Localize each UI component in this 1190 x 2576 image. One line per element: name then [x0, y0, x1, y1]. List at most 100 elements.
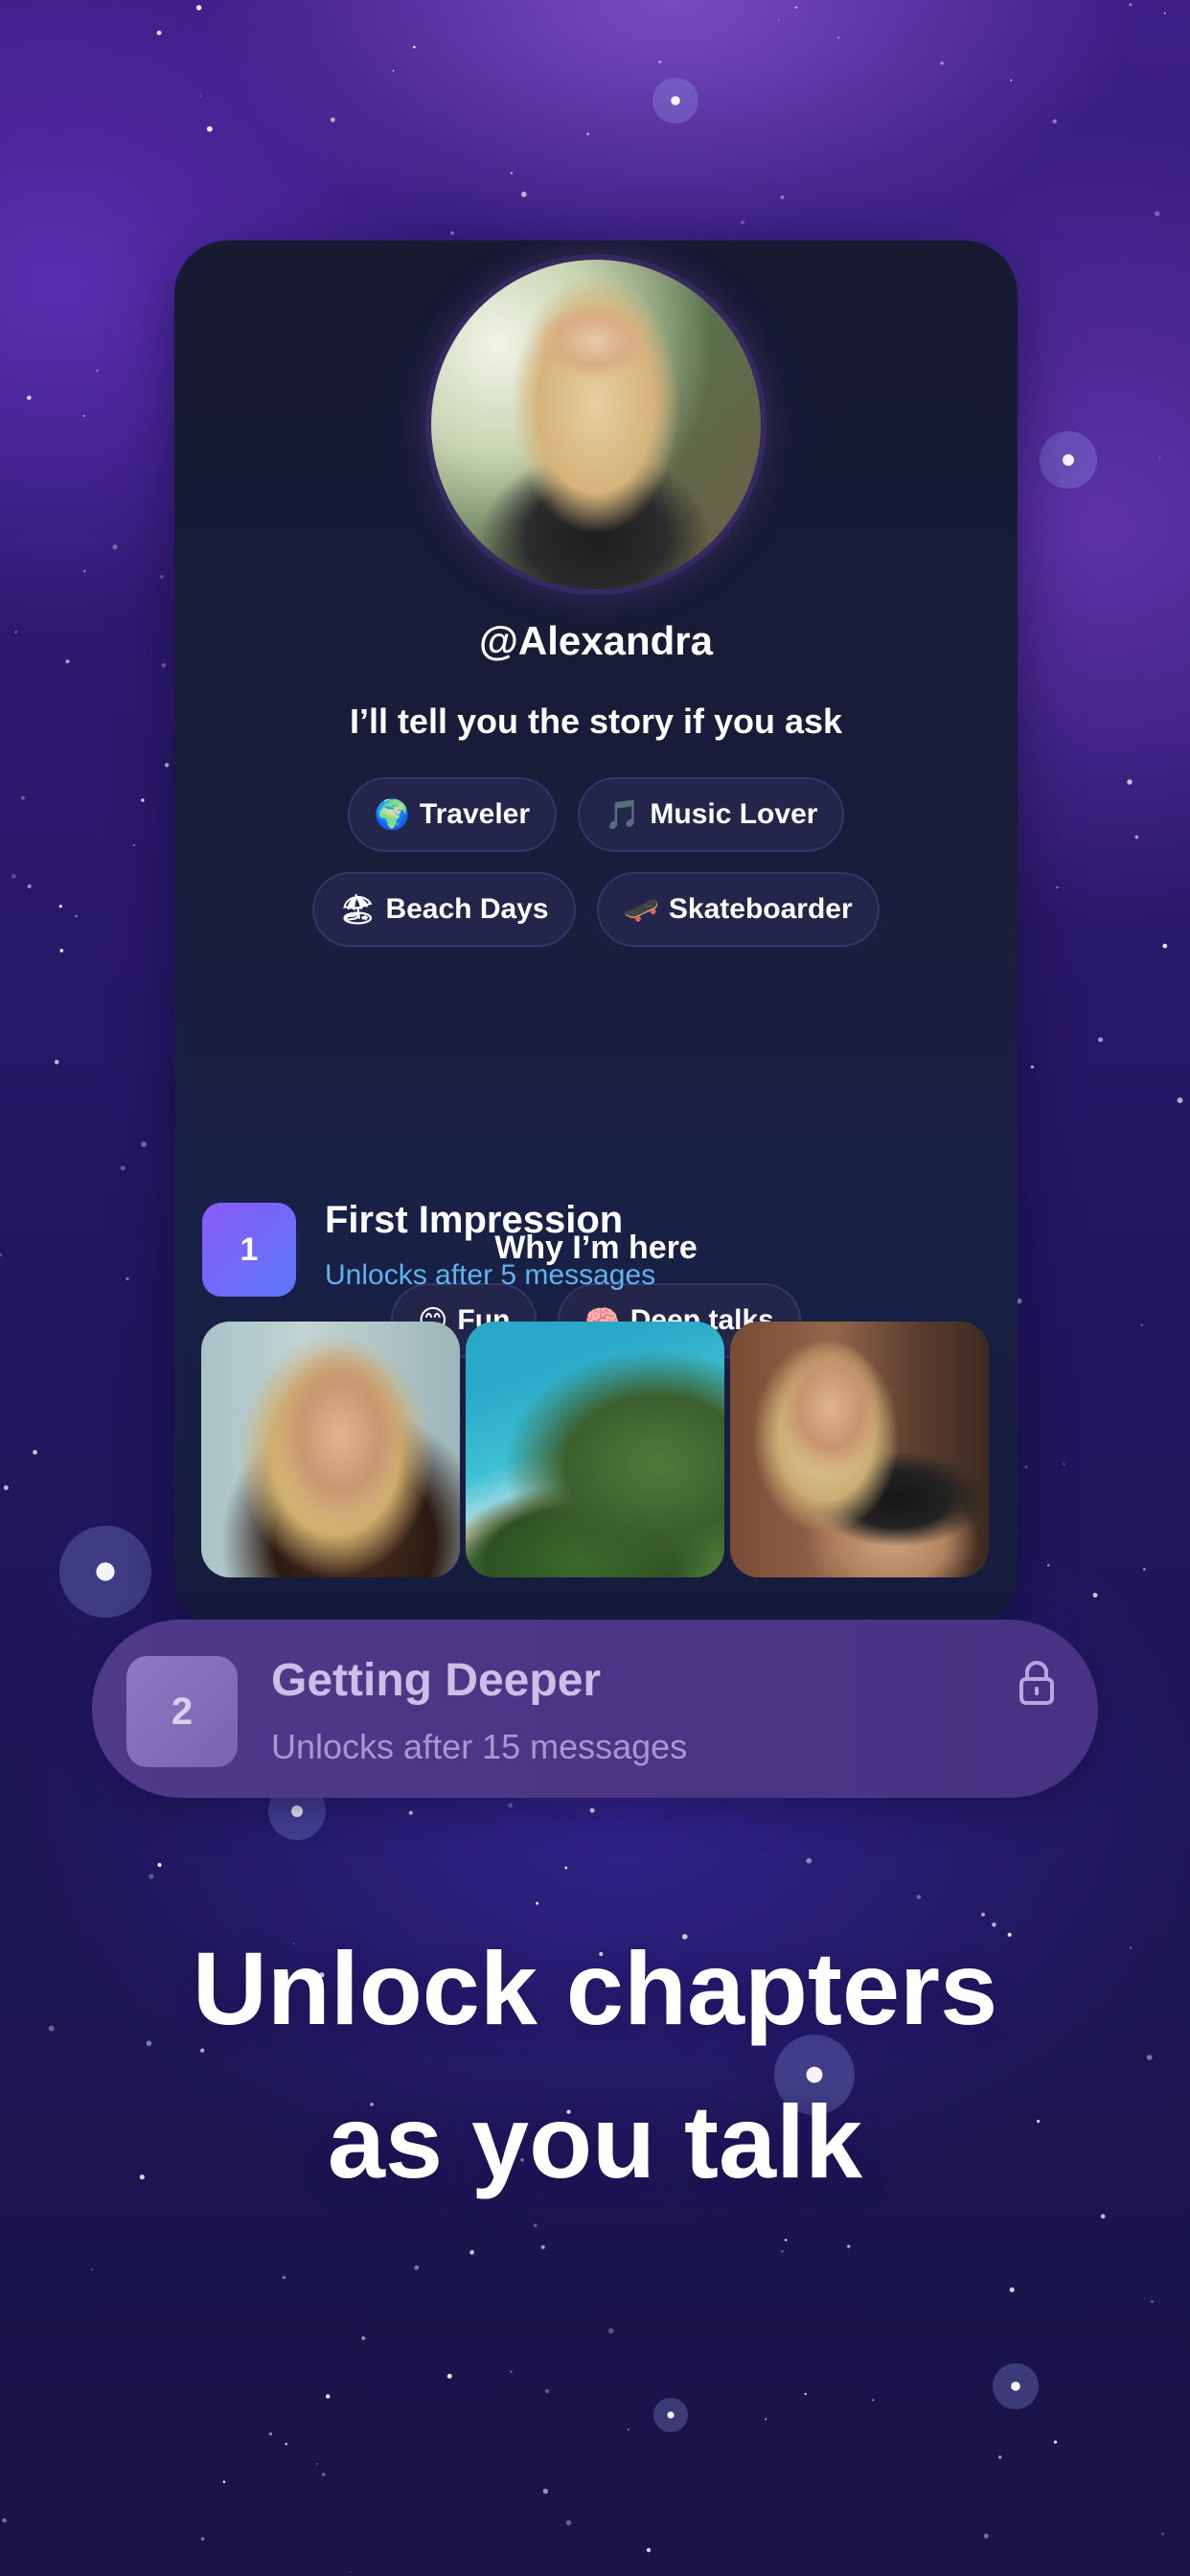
star	[804, 2392, 807, 2396]
interest-chip-skateboarder[interactable]: 🛹 Skateboarder	[596, 872, 880, 947]
star	[268, 2432, 272, 2436]
star	[1158, 456, 1161, 459]
chapter-2-unlock-text: Unlocks after 15 messages	[271, 1727, 688, 1766]
star	[58, 905, 62, 908]
star	[120, 1165, 126, 1171]
star	[646, 2547, 652, 2553]
headline-line-1: Unlock chapters	[192, 1930, 998, 2046]
star	[847, 2244, 851, 2248]
profile-avatar[interactable]	[431, 260, 761, 589]
star	[133, 844, 135, 846]
star	[1092, 1593, 1098, 1598]
star	[544, 2388, 550, 2394]
star	[199, 95, 202, 98]
star	[1024, 1465, 1028, 1469]
star	[607, 2328, 614, 2334]
chapter-1-photo-portrait[interactable]	[201, 1322, 460, 1577]
chapter-1-unlock-text: Unlocks after 5 messages	[325, 1259, 656, 1291]
star	[998, 2455, 1002, 2459]
star	[164, 763, 170, 768]
star	[872, 2399, 875, 2402]
star	[90, 2268, 93, 2271]
star	[1151, 2300, 1154, 2303]
marketing-headline: Unlock chapters as you talk	[0, 1912, 1190, 2219]
profile-card: @Alexandra I’ll tell you the story if yo…	[174, 241, 1018, 1630]
interest-chip-label: Skateboarder	[668, 893, 853, 925]
star	[1161, 2532, 1164, 2536]
chapter-2-locked-card[interactable]: 2 Getting Deeper Unlocks after 15 messag…	[92, 1620, 1098, 1798]
star	[765, 2418, 767, 2421]
star	[983, 2533, 989, 2539]
star	[784, 2239, 788, 2242]
interest-chip-label: Beach Days	[385, 893, 549, 925]
star	[14, 631, 17, 633]
skateboard-icon: 🛹	[623, 892, 659, 927]
star	[282, 2275, 286, 2280]
chapter-1-photo-leaning[interactable]	[730, 1322, 989, 1577]
star	[82, 415, 85, 417]
star	[565, 2519, 572, 2526]
star	[349, 2571, 352, 2573]
star	[1127, 779, 1133, 785]
star	[836, 36, 840, 39]
star	[540, 2244, 545, 2249]
star	[564, 1866, 568, 1870]
beach-umbrella-icon: 🏖	[339, 892, 377, 927]
star	[940, 61, 944, 65]
star	[536, 1901, 539, 1905]
chapter-1-photo-coastline[interactable]	[466, 1322, 724, 1577]
star	[781, 2250, 784, 2253]
star	[160, 575, 164, 579]
star	[156, 30, 162, 35]
star	[778, 19, 780, 21]
interest-chip-music-lover[interactable]: 🎵 Music Lover	[578, 777, 845, 852]
star	[33, 1450, 37, 1455]
bright-star	[1011, 2381, 1020, 2391]
star	[1052, 119, 1057, 124]
interest-chip-label: Music Lover	[650, 798, 818, 830]
star	[511, 172, 513, 174]
star	[11, 874, 16, 879]
star	[285, 2442, 288, 2446]
interest-chip-beach-days[interactable]: 🏖 Beach Days	[312, 872, 576, 947]
star	[59, 949, 64, 953]
interest-chip-traveler[interactable]: 🌍 Traveler	[347, 777, 558, 852]
star	[222, 2480, 226, 2483]
star	[392, 70, 395, 72]
interest-chips-row-2: 🏖 Beach Days 🛹 Skateboarder	[174, 872, 1018, 947]
star	[20, 795, 26, 800]
star	[741, 220, 744, 224]
profile-tagline: I’ll tell you the story if you ask	[349, 702, 843, 741]
star	[1129, 3, 1133, 7]
star	[589, 1807, 595, 1813]
star	[206, 126, 213, 132]
chapter-2-number-badge: 2	[126, 1656, 238, 1767]
star	[1162, 943, 1168, 949]
star	[794, 6, 798, 9]
interest-chip-label: Traveler	[419, 798, 531, 830]
chapter-2-title: Getting Deeper	[271, 1655, 602, 1706]
star	[330, 117, 335, 123]
star	[806, 1857, 812, 1864]
star	[1177, 1097, 1183, 1103]
star	[200, 2537, 205, 2542]
chapter-1-number-badge: 1	[202, 1203, 296, 1297]
star	[2, 2518, 7, 2523]
star	[65, 659, 70, 664]
star	[1053, 2440, 1058, 2444]
lock-icon	[1019, 1661, 1054, 1705]
interest-chips-row-1: 🌍 Traveler 🎵 Music Lover	[174, 777, 1018, 852]
star	[413, 45, 416, 49]
star	[96, 369, 99, 372]
bright-star	[1063, 454, 1074, 466]
star	[1142, 1568, 1146, 1571]
star	[321, 2472, 326, 2476]
star	[141, 798, 145, 802]
star	[1010, 79, 1013, 81]
star	[1063, 1462, 1065, 1465]
star	[916, 1895, 922, 1899]
star	[1134, 835, 1139, 840]
star	[446, 2374, 452, 2379]
star	[520, 191, 527, 197]
star	[361, 2335, 366, 2340]
